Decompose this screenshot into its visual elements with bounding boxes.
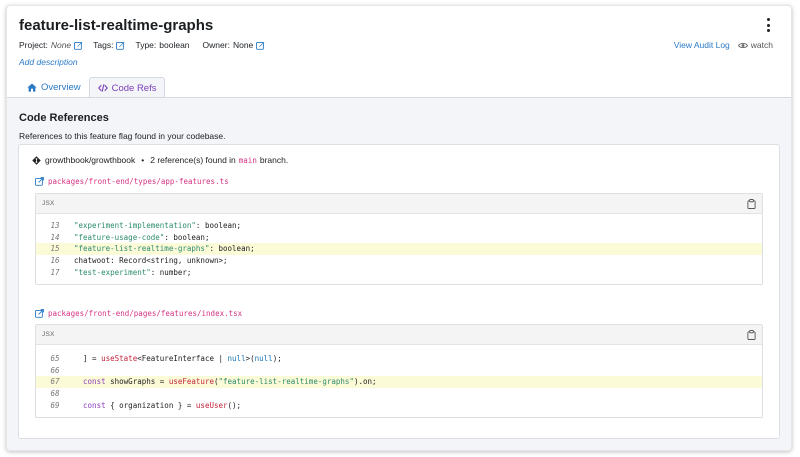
- line-number: 13: [50, 221, 60, 231]
- header-actions: View Audit Log watch: [674, 40, 773, 50]
- line-number: 68: [50, 389, 60, 399]
- tab-overview-label: Overview: [41, 82, 81, 93]
- branch-suffix: branch.: [259, 155, 289, 165]
- line-number: 69: [50, 400, 60, 410]
- code-body: 13 "experiment-implementation": boolean; …: [36, 214, 762, 278]
- line-number: 67: [50, 377, 60, 387]
- file-link[interactable]: packages/front-end/types/app-features.ts: [35, 177, 229, 186]
- owner-label: Owner:: [202, 40, 230, 50]
- view-audit-log-link[interactable]: View Audit Log: [674, 40, 730, 50]
- tags-label: Tags:: [93, 40, 114, 50]
- repo-summary: growthbook/growthbook • 2 reference(s) f…: [32, 155, 288, 165]
- code-text: "test-experiment": number;: [74, 267, 192, 277]
- edit-tags-icon[interactable]: [116, 41, 125, 50]
- file-path: packages/front-end/types/app-features.ts: [48, 177, 229, 186]
- copy-icon[interactable]: [747, 198, 756, 209]
- tab-code-refs[interactable]: Code Refs: [88, 77, 166, 98]
- project-label: Project:: [19, 40, 48, 50]
- code-line: 16 chatwoot: Record<string, unknown>;: [36, 255, 762, 267]
- code-line: 17 "test-experiment": number;: [36, 266, 762, 278]
- external-link-icon: [35, 177, 44, 186]
- eye-icon: [737, 42, 748, 48]
- tab-bar: Overview Code Refs: [19, 77, 166, 98]
- file-link[interactable]: packages/front-end/pages/features/index.…: [35, 309, 242, 318]
- tags-meta: Tags:: [93, 40, 125, 50]
- copy-icon[interactable]: [747, 329, 756, 340]
- type-label: Type:: [135, 40, 157, 50]
- ref-count: 2 reference(s) found in: [150, 155, 236, 165]
- project-meta: Project: None: [19, 40, 83, 50]
- code-language: JSX: [42, 331, 55, 338]
- file-path: packages/front-end/pages/features/index.…: [48, 309, 243, 318]
- code-text: const showGraphs = useFeature("feature-l…: [83, 377, 377, 387]
- code-line: 69 const { organization } = useUser();: [36, 399, 762, 411]
- page-title: feature-list-realtime-graphs: [19, 17, 214, 34]
- code-text: "experiment-implementation": boolean;: [74, 221, 242, 231]
- code-body: 65 ] = useState<FeatureInterface | null>…: [36, 345, 762, 411]
- feature-header: feature-list-realtime-graphs Project: No…: [7, 6, 791, 98]
- line-number: 14: [50, 232, 60, 242]
- code-block: JSX 65 ] = useState<FeatureInterface | n…: [35, 324, 763, 418]
- more-options-icon[interactable]: [765, 18, 771, 32]
- code-line: 66: [36, 365, 762, 377]
- code-block: JSX 13 "experiment-implementation": boole…: [35, 193, 763, 285]
- code-icon: [97, 84, 108, 92]
- line-number: 66: [50, 365, 60, 375]
- tab-overview[interactable]: Overview: [19, 77, 89, 98]
- section-subtitle: References to this feature flag found in…: [19, 131, 226, 141]
- owner-value: None: [232, 40, 254, 50]
- home-icon: [27, 83, 37, 92]
- add-description-link[interactable]: Add description: [19, 57, 78, 67]
- project-value: None: [50, 40, 72, 50]
- git-icon: [32, 155, 41, 165]
- repo-card: growthbook/growthbook • 2 reference(s) f…: [18, 144, 780, 439]
- code-text: "feature-list-realtime-graphs": boolean;: [74, 244, 255, 254]
- code-line-highlighted: 67 const showGraphs = useFeature("featur…: [36, 376, 762, 388]
- code-refs-panel: Code References References to this featu…: [7, 97, 791, 450]
- owner-meta: Owner: None: [203, 40, 266, 50]
- feature-page: feature-list-realtime-graphs Project: No…: [6, 5, 792, 451]
- feature-meta: Project: None Tags: Type: boolean Owner:…: [19, 40, 275, 50]
- separator-dot: •: [141, 155, 145, 165]
- type-value: boolean: [159, 40, 190, 50]
- code-line-highlighted: 15 "feature-list-realtime-graphs": boolea…: [36, 243, 762, 255]
- watch-label: watch: [750, 40, 773, 50]
- line-number: 16: [50, 256, 60, 266]
- external-link-icon: [35, 309, 44, 318]
- edit-owner-icon[interactable]: [256, 41, 265, 50]
- branch-name: main: [238, 155, 257, 165]
- type-meta: Type: boolean: [135, 40, 192, 50]
- code-line: 68: [36, 388, 762, 400]
- line-number: 17: [50, 267, 60, 277]
- edit-project-icon[interactable]: [74, 41, 83, 50]
- tab-code-refs-label: Code Refs: [111, 82, 157, 94]
- section-title: Code References: [19, 112, 109, 124]
- code-block-header: JSX: [36, 325, 762, 345]
- code-line: 13 "experiment-implementation": boolean;: [36, 220, 762, 232]
- code-block-header: JSX: [36, 194, 762, 214]
- code-text: const { organization } = useUser();: [83, 400, 242, 410]
- code-language: JSX: [42, 200, 55, 207]
- watch-button[interactable]: watch: [737, 40, 773, 50]
- code-line: 14 "feature-usage-code": boolean;: [36, 232, 762, 244]
- code-line: 65 ] = useState<FeatureInterface | null>…: [36, 353, 762, 365]
- line-number: 15: [50, 244, 60, 254]
- code-text: ] = useState<FeatureInterface | null>(nu…: [74, 354, 282, 364]
- repo-name: growthbook/growthbook: [45, 155, 136, 165]
- line-number: 65: [50, 354, 60, 364]
- code-text: chatwoot: Record<string, unknown>;: [74, 256, 228, 266]
- code-text: "feature-usage-code": boolean;: [74, 232, 210, 242]
